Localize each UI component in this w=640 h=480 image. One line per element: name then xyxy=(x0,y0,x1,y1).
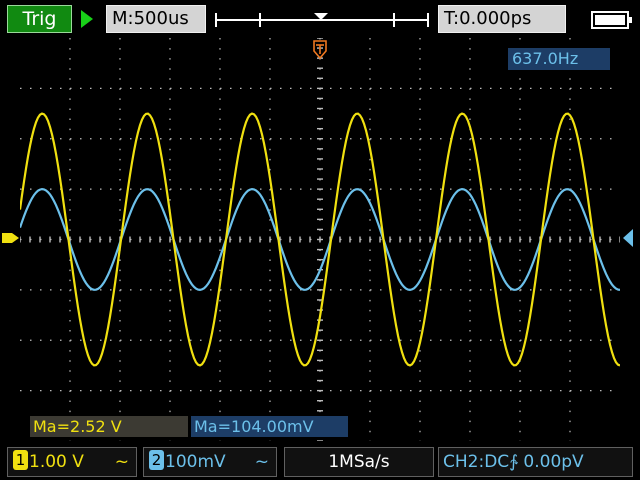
frequency-readout: 637.0Hz xyxy=(508,48,610,70)
memory-position-marker-icon xyxy=(314,13,328,20)
timebase-readout[interactable]: M:500us xyxy=(106,5,206,33)
ch2-level-arrow-icon[interactable] xyxy=(622,228,634,248)
ch2-badge: 2 xyxy=(149,450,164,470)
ch1-measurement: Ma=2.52 V xyxy=(30,416,188,437)
ch2-measurement: Ma=104.00mV xyxy=(191,416,348,437)
ch2-settings[interactable]: 2 100mV ~ xyxy=(143,447,277,477)
sample-rate[interactable]: 1MSa/s xyxy=(284,447,434,477)
frequency-value: 637.0Hz xyxy=(512,49,579,68)
ch1-measurement-value: Ma=2.52 V xyxy=(33,417,122,436)
trigger-settings-value: CH2:DC∱ 0.00pV xyxy=(443,452,584,472)
ch1-settings[interactable]: 1 1.00 V ~ xyxy=(7,447,137,477)
trigger-offset-readout[interactable]: T:0.000ps xyxy=(438,5,566,33)
top-status-bar: Trig M:500us T:0.000ps xyxy=(0,0,640,38)
timebase-label: M:500us xyxy=(112,8,189,29)
ch2-scale: 100mV xyxy=(165,452,226,472)
ch1-ac-coupling-icon: ~ xyxy=(114,452,129,472)
trigger-point-icon xyxy=(313,40,327,60)
bottom-status-bar: 1 1.00 V ~ 2 100mV ~ 1MSa/s CH2:DC∱ 0.00pV xyxy=(0,443,640,480)
trigger-status-button[interactable]: Trig xyxy=(7,5,72,33)
sample-rate-value: 1MSa/s xyxy=(328,452,390,472)
ch2-measurement-value: Ma=104.00mV xyxy=(194,417,314,436)
trigger-offset-label: T:0.000ps xyxy=(444,8,532,29)
ch1-scale: 1.00 V xyxy=(29,452,84,472)
battery-icon xyxy=(591,11,632,29)
trigger-settings[interactable]: CH2:DC∱ 0.00pV xyxy=(438,447,633,477)
play-triangle-icon[interactable] xyxy=(80,9,94,29)
memory-position-bar[interactable] xyxy=(212,5,432,33)
trigger-status-label: Trig xyxy=(22,8,57,30)
waveform-display[interactable] xyxy=(20,38,620,441)
ch1-badge: 1 xyxy=(13,450,28,470)
ch1-level-arrow-icon[interactable] xyxy=(2,230,20,246)
ch2-ac-coupling-icon: ~ xyxy=(254,452,269,472)
